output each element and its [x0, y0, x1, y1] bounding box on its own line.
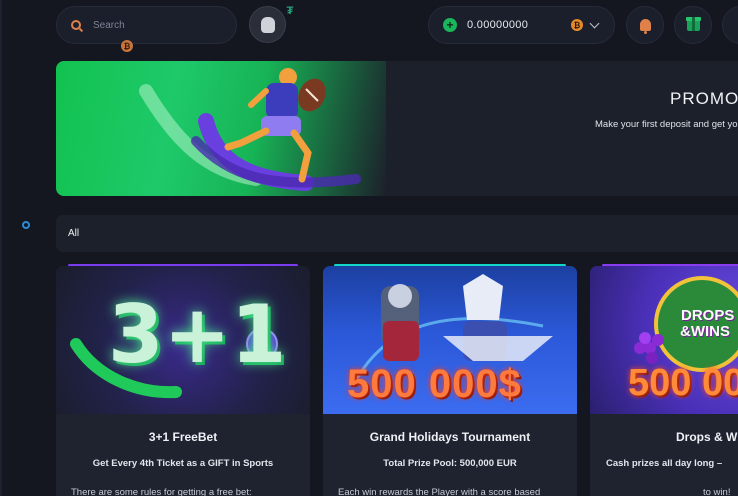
card-image: 500 000$ — [323, 266, 577, 414]
card-image: 3+1 — [56, 266, 310, 414]
avatar-icon — [260, 16, 275, 33]
bell-icon — [639, 19, 651, 34]
category-filter[interactable]: All — [56, 215, 738, 252]
notifications-button[interactable] — [626, 6, 664, 44]
search-box[interactable] — [56, 6, 237, 44]
promo-banner[interactable]: PROMOT Make your first deposit and get y… — [56, 61, 738, 196]
banner-subtitle: Make your first deposit and get yo — [595, 119, 738, 130]
football-player-illustration — [139, 68, 361, 191]
card-description: There are some rules for getting a free … — [71, 487, 252, 496]
promo-card-tournament[interactable]: 500 000$ Grand Holidays Tournament Total… — [323, 266, 577, 496]
gift-icon — [685, 17, 701, 31]
deposit-plus-icon[interactable]: + — [443, 18, 457, 32]
drops-image-text: 500 00 — [628, 362, 738, 404]
filter-all-option[interactable]: All — [68, 228, 79, 239]
drops-badge-bottom: &WINS — [680, 323, 730, 340]
search-icon — [71, 20, 81, 30]
card-subtitle: Total Prize Pool: 500,000 EUR — [383, 458, 517, 469]
bitcoin-badge-icon: ₿ — [121, 40, 133, 52]
card-description: to win! — [703, 487, 731, 496]
promotions-page: ₿ ₮ + 0.00000000 ₿ PROMOT Mak — [0, 0, 738, 496]
sidebar-edge — [0, 0, 2, 496]
card-subtitle: Get Every 4th Ticket as a GIFT in Sports — [92, 458, 274, 469]
tournament-image-text: 500 000$ — [347, 362, 522, 406]
balance-selector[interactable]: + 0.00000000 ₿ — [428, 6, 615, 44]
promo-card-freebet[interactable]: 3+1 3+1 FreeBet Get Every 4th Ticket as … — [56, 266, 310, 496]
avatar-button[interactable] — [249, 6, 286, 43]
card-title: 3+1 FreeBet — [148, 430, 218, 444]
sidebar-indicator-icon[interactable] — [22, 221, 30, 229]
promo-card-drops-wins[interactable]: DROPS &WINS 500 00 Drops & W Cash prizes… — [590, 266, 738, 496]
chevron-down-icon[interactable] — [589, 18, 600, 29]
bitcoin-icon: ₿ — [571, 19, 583, 31]
card-image: DROPS &WINS 500 00 — [590, 266, 738, 414]
balance-value: 0.00000000 — [467, 19, 529, 31]
drops-badge-top: DROPS — [681, 307, 735, 324]
search-input[interactable] — [93, 19, 213, 31]
tether-badge-icon: ₮ — [286, 5, 294, 17]
banner-title: PROMOT — [670, 89, 738, 108]
card-subtitle: Cash prizes all day long – — [606, 458, 723, 469]
freebet-image-text: 3+1 — [108, 288, 287, 381]
card-title: Grand Holidays Tournament — [369, 430, 531, 444]
menu-button[interactable] — [722, 6, 738, 44]
bonus-gift-button[interactable] — [674, 6, 712, 44]
card-title: Drops & W — [676, 430, 738, 444]
card-description: Each win rewards the Player with a score… — [338, 487, 541, 496]
